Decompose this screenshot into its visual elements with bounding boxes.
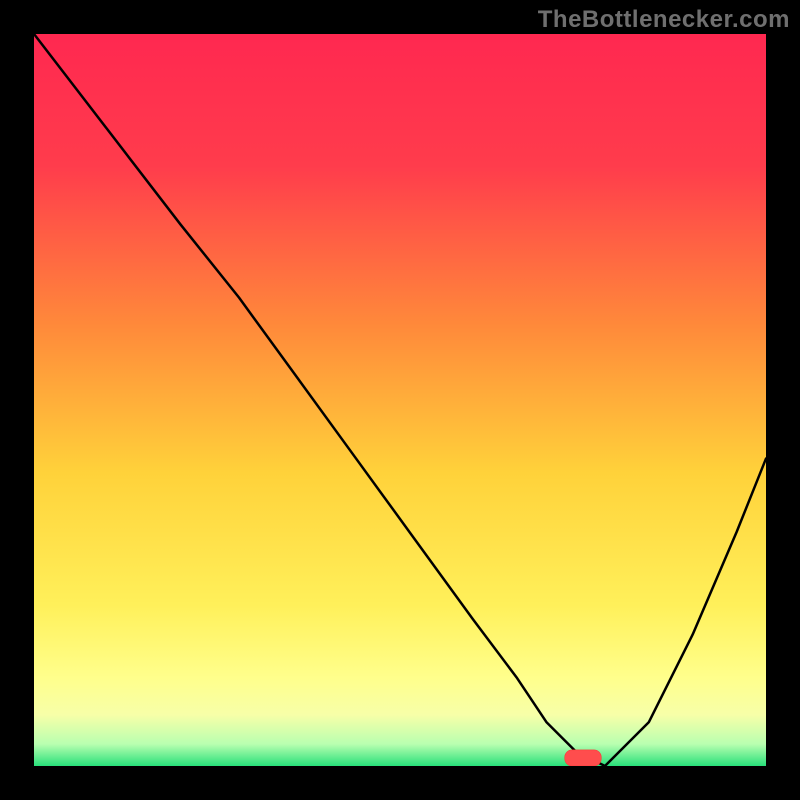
gradient-rect <box>34 34 766 766</box>
optimal-marker <box>565 750 602 766</box>
chart-frame: TheBottlenecker.com <box>0 0 800 800</box>
plot-area <box>34 34 766 766</box>
watermark-text: TheBottlenecker.com <box>538 6 790 34</box>
chart-svg <box>34 34 766 766</box>
